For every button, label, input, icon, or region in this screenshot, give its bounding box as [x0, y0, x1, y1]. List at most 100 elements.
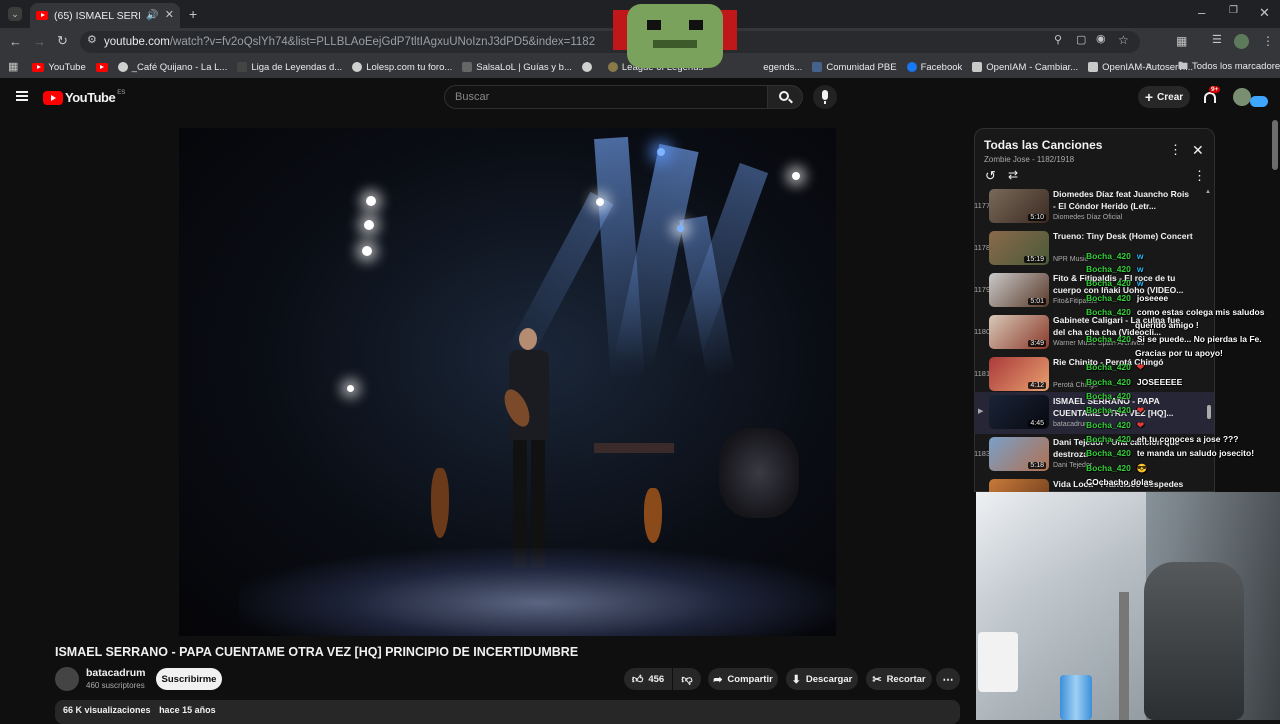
playlist-options-icon[interactable]: ⋮ — [1193, 169, 1206, 182]
stage-spotlight — [366, 196, 376, 206]
playlist-title[interactable]: Todas las Canciones — [984, 138, 1102, 152]
playlist-item-index: 1178 — [974, 243, 991, 252]
playlist-item[interactable]: 1181 4:12 Rie Chinito - Perotá Chingó Pe… — [974, 355, 1214, 395]
restore-icon[interactable]: ❐ — [1229, 6, 1238, 16]
audio-playing-icon[interactable]: 🔊 — [146, 10, 158, 21]
bookmark-label: Facebook — [920, 61, 963, 73]
back-icon[interactable]: ← — [9, 35, 22, 48]
playlist-item[interactable]: 1180 3:49 Gabinete Caligari - La culpa f… — [974, 313, 1214, 353]
tab-title: (65) ISMAEL SERRANO - PA — [54, 9, 140, 22]
bookmark-label: egends... — [763, 61, 803, 73]
bookmark-liga-leyendas[interactable]: Liga de Leyendas d... — [237, 62, 342, 73]
account-avatar[interactable] — [1233, 88, 1251, 106]
channel-avatar[interactable] — [55, 667, 79, 691]
chat-message: Bocha_420 😎 — [1086, 463, 1147, 474]
chat-message: Bocha_420 ❤ — [1086, 405, 1144, 416]
playlist-item[interactable]: 1177 5:10 Diomedes Díaz feat Juancho Roi… — [974, 187, 1214, 227]
dislike-button[interactable]: 👎︎ — [673, 668, 701, 690]
page-scrollbar[interactable] — [1272, 120, 1278, 170]
hamburger-menu-icon[interactable] — [16, 91, 28, 101]
duration-badge: 5:01 — [1028, 298, 1046, 305]
reload-icon[interactable]: ↻ — [57, 34, 68, 47]
playlist-thumbnail: 4:12 — [989, 357, 1049, 391]
download-button[interactable]: ⬇ Descargar — [786, 668, 858, 690]
playlist-item[interactable]: 1178 15:19 Trueno: Tiny Desk (Home) Conc… — [974, 229, 1214, 269]
new-tab-icon[interactable]: + — [189, 7, 197, 21]
bookmark-lolesp[interactable]: Lolesp.com tu foro... — [352, 62, 452, 73]
bookmark-comunidad-pbe[interactable]: Comunidad PBE — [812, 62, 897, 73]
loop-icon[interactable]: ↺ — [985, 169, 996, 182]
zoom-icon[interactable]: ⚲ — [1054, 35, 1062, 46]
bookmark-cafe-quijano[interactable]: _Café Quijano - La L... — [117, 62, 227, 73]
bookmark-legends[interactable]: egends... — [763, 62, 802, 73]
playlist-scrollbar[interactable] — [1207, 405, 1211, 419]
like-button[interactable]: 👍︎ 456 — [624, 668, 672, 690]
streamer-pixel-avatar — [613, 0, 737, 72]
share-button[interactable]: ➦ Compartir — [708, 668, 778, 690]
bookmark-salsalol[interactable]: SalsaLoL | Guías y b... — [462, 62, 572, 73]
eye-off-icon[interactable]: ◉ — [1096, 34, 1106, 45]
youtube-favicon-icon — [32, 62, 45, 72]
all-bookmarks[interactable]: 🖿 Todos los marcadores — [1178, 61, 1280, 72]
playlist-thumbnail: 5:01 — [989, 273, 1049, 307]
webcam-pole — [1119, 592, 1129, 720]
search-input[interactable]: Buscar — [444, 85, 768, 109]
more-actions-button[interactable]: ⋯ — [936, 668, 960, 690]
page-icon — [237, 62, 248, 72]
profile-avatar-icon[interactable] — [1234, 34, 1249, 49]
singer-figure — [499, 328, 559, 568]
site-info-icon[interactable]: ⚙ — [87, 35, 97, 46]
chat-text: Si se puede... No pierdas la Fe. — [1136, 334, 1262, 344]
video-title: ISMAEL SERRANO - PAPA CUENTAME OTRA VEZ … — [55, 645, 579, 659]
download-label: Descargar — [805, 673, 853, 685]
install-icon[interactable]: ▢ — [1076, 35, 1086, 46]
plus-icon: + — [1144, 89, 1154, 105]
browser-menu-icon[interactable]: ⋮ — [1262, 35, 1274, 47]
chat-text: COcbacho dolas — [1086, 477, 1154, 487]
tab-search-icon[interactable]: ⌄ — [8, 7, 22, 21]
clip-button[interactable]: ✂ Recortar — [866, 668, 932, 690]
download-icon: ⬇ — [791, 673, 801, 686]
bookmark-star-icon[interactable]: ☆ — [1118, 34, 1129, 46]
bookmark-youtube-2[interactable] — [95, 62, 108, 72]
chat-username: Bocha_420 — [1086, 307, 1131, 317]
create-button[interactable]: + Crear — [1138, 86, 1190, 108]
playlist-thumbnail — [989, 479, 1049, 492]
bookmark-openiam-cambiar[interactable]: OpenIAM - Cambiar... — [972, 62, 1078, 73]
browser-tab-active[interactable]: (65) ISMAEL SERRANO - PA 🔊 ✕ — [30, 3, 180, 28]
playlist-item[interactable]: 1179 5:01 Fito & Fitipaldis - El roce de… — [974, 271, 1214, 311]
subscribe-button[interactable]: Suscribirme — [156, 668, 222, 690]
notifications-button[interactable]: 9+ — [1202, 86, 1221, 107]
bookmark-label: YouTube — [48, 61, 86, 73]
bookmark-facebook[interactable]: Facebook — [906, 61, 963, 73]
bookmark-youtube[interactable]: YouTube — [32, 61, 86, 73]
scroll-up-icon[interactable]: ▲ — [1205, 189, 1211, 195]
search-button[interactable] — [767, 85, 803, 109]
extension-icon[interactable]: ▦ — [1176, 35, 1187, 47]
playlist-item-index: 1179 — [974, 285, 991, 294]
address-bar[interactable]: ⚙ youtube.com/watch?v=fv2oQslYh74&list=P… — [80, 31, 1140, 53]
description-box[interactable]: 66 K visualizaciones hace 15 años — [55, 700, 960, 724]
apps-grid-icon[interactable]: ▦ — [8, 61, 18, 73]
voice-search-button[interactable] — [813, 85, 837, 109]
forward-icon[interactable]: → — [33, 35, 46, 48]
playlist-more-icon[interactable]: ⋮ — [1169, 143, 1182, 156]
video-player[interactable] — [179, 128, 836, 636]
window-close-icon[interactable]: ✕ — [1259, 6, 1270, 19]
media-icon[interactable]: ☰ — [1212, 35, 1222, 46]
playlist-thumbnail: 3:49 — [989, 315, 1049, 349]
minimize-icon[interactable]: – — [1198, 6, 1205, 19]
youtube-logo[interactable]: YouTube ES — [43, 90, 125, 105]
shuffle-icon[interactable]: ⇄ — [1008, 169, 1018, 181]
playlist-close-icon[interactable]: ✕ — [1192, 143, 1204, 157]
chat-text: ❤ — [1136, 405, 1145, 415]
more-bookmarks-icon[interactable]: » — [1146, 61, 1152, 71]
chat-message: Bocha_420 w — [1086, 278, 1144, 288]
chat-username: Bocha_420 — [1086, 293, 1131, 303]
chat-username: Bocha_420 — [1086, 434, 1131, 444]
s-logo-icon — [462, 62, 473, 72]
chat-message: Bocha_420 — [1086, 391, 1137, 401]
channel-name[interactable]: batacadrum — [86, 667, 146, 679]
tab-close-icon[interactable]: ✕ — [165, 10, 174, 21]
bookmark-globe[interactable] — [581, 62, 592, 72]
